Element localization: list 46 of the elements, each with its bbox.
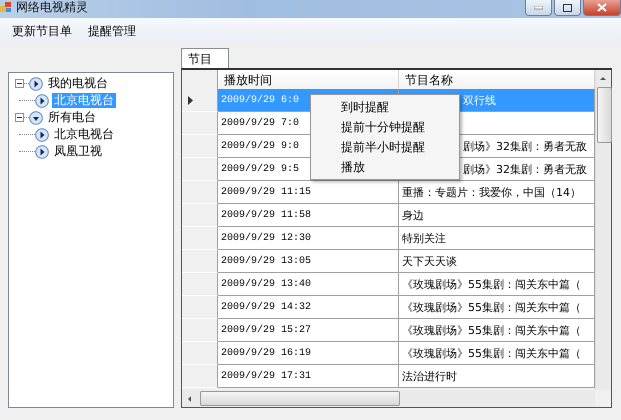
table-cell: 《玫瑰剧场》55集剧：闯关东中篇（ [399,342,595,365]
table-cell: 2009/9/29 14:32 [218,296,399,319]
app-icon [0,1,12,13]
table-cell: 2009/9/29 17:31 [218,365,399,388]
vertical-scrollbar[interactable] [595,70,611,390]
collapse-icon[interactable] [15,79,24,88]
scrollbar-thumb[interactable] [200,391,400,406]
table-cell: 天下天天谈 [399,250,595,273]
table-cell: 2009/9/29 11:15 [218,181,399,204]
tree-item[interactable]: 凤凰卫视 [52,144,104,159]
play-icon [35,144,49,158]
table-cell: 2009/9/29 15:27 [218,319,399,342]
table-cell: 2009/9/29 11:58 [218,204,399,227]
table-cell: 法治进行时 [399,365,595,388]
tree-item[interactable]: 所有电台 [46,110,98,125]
minimize-button[interactable] [525,0,552,16]
menu-item[interactable]: 更新节目单 [6,20,78,42]
maximize-button[interactable] [554,0,581,16]
play-icon [35,128,49,142]
table-cell: 2009/9/29 13:40 [218,273,399,296]
maximize-icon [563,4,572,12]
tree-item[interactable]: 北京电视台 [52,127,116,142]
close-icon [597,3,607,12]
row-header[interactable] [182,89,218,112]
table-cell: 2009/9/29 12:30 [218,227,399,250]
table-cell: 2009/9/29 16:19 [218,342,399,365]
table-cell: 特别关注 [399,227,595,250]
menu-item[interactable]: 提醒管理 [82,20,142,42]
table-cell: 2009/9/29 13:05 [218,250,399,273]
window-title: 网络电视精灵 [16,0,88,14]
tree-item[interactable]: 我的电视台 [46,76,110,91]
table-cell: 《玫瑰剧场》55集剧：闯关东中篇（ [399,319,595,342]
table-cell: 身边 [399,204,595,227]
table-cell: 重播：专题片：我爱你，中国（14） [399,181,595,204]
close-button[interactable] [583,0,621,16]
scrollbar-thumb[interactable] [597,87,612,143]
tab[interactable]: 节目 [181,48,229,68]
play-icon [29,76,43,90]
table-cell: 《玫瑰剧场》55集剧：闯关东中篇（ [399,296,595,319]
play-icon [35,94,49,108]
collapse-icon[interactable] [15,113,24,122]
table-cell: 《玫瑰剧场》55集剧：闯关东中篇（ [399,273,595,296]
column-header[interactable]: 节目名称 [399,70,595,90]
column-header[interactable]: 播放时间 [218,70,399,90]
horizontal-scrollbar[interactable] [182,390,595,407]
minimize-icon [534,6,543,10]
